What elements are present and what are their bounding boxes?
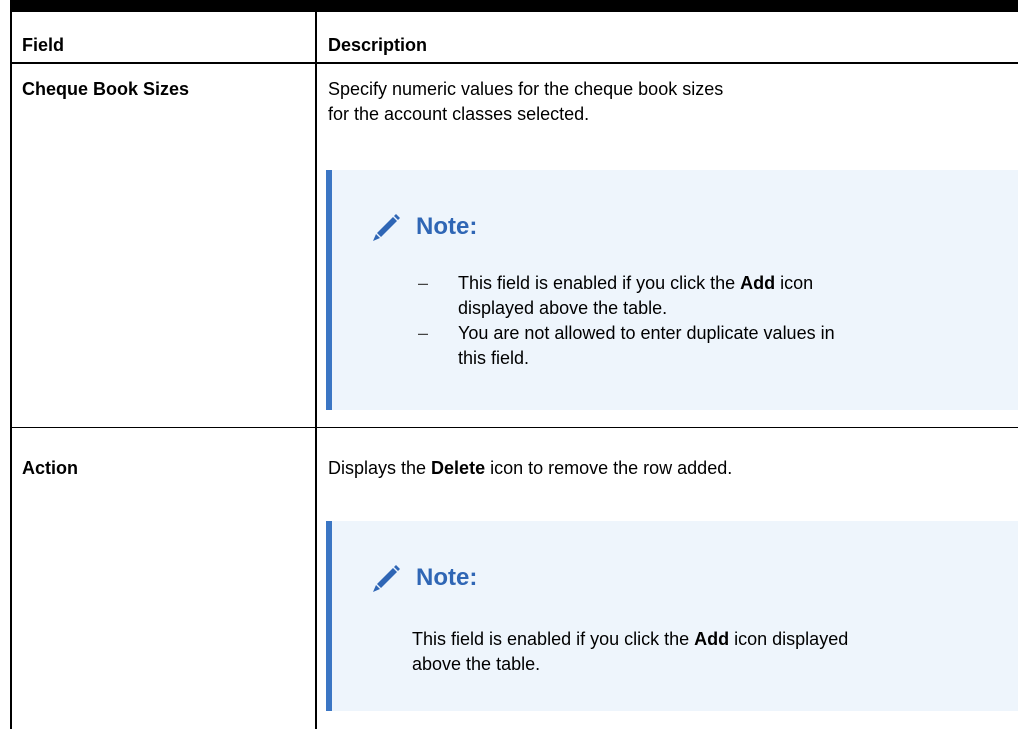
header-field: Field (22, 35, 65, 55)
dash-bullet: – (418, 273, 429, 293)
note-text: This field is enabled if you click the (412, 629, 695, 649)
note-title: Note: (416, 213, 478, 240)
description-bold-text: Delete (431, 458, 486, 478)
note-header: Note: (368, 210, 477, 244)
table-left-border (10, 12, 12, 729)
note-box: Note: This field is enabled if you click… (326, 521, 1018, 711)
note-bold-text: Add (694, 629, 730, 649)
dash-bullet: – (418, 323, 429, 343)
header-bottom-rule (10, 62, 1018, 64)
pencil-icon (373, 565, 400, 592)
note-header: Note: (368, 561, 477, 595)
row-divider (10, 427, 1018, 428)
header-description: Description (328, 35, 428, 55)
field-description: Specify numeric values for the cheque bo… (328, 79, 724, 124)
note-title: Note: (416, 564, 478, 591)
description-text: Displays the (328, 458, 432, 478)
field-name: Cheque Book Sizes (22, 79, 190, 99)
field-name: Action (22, 458, 78, 478)
list-item: – This field is enabled if you click the… (332, 271, 858, 321)
note-box: Note: – This field is enabled if you cli… (326, 170, 1018, 410)
table-top-rule (10, 0, 1018, 12)
description-text: icon to remove the row added. (485, 458, 733, 478)
table-column-divider (315, 12, 317, 729)
pencil-icon (373, 214, 400, 241)
note-paragraph: This field is enabled if you click the A… (412, 627, 852, 677)
note-bold-text: Add (740, 273, 776, 293)
note-list: – This field is enabled if you click the… (332, 271, 1018, 371)
note-text: This field is enabled if you click the (458, 273, 741, 293)
list-item: – You are not allowed to enter duplicate… (332, 321, 858, 371)
field-description: Displays the Delete icon to remove the r… (328, 456, 948, 481)
note-text: You are not allowed to enter duplicate v… (458, 323, 835, 368)
